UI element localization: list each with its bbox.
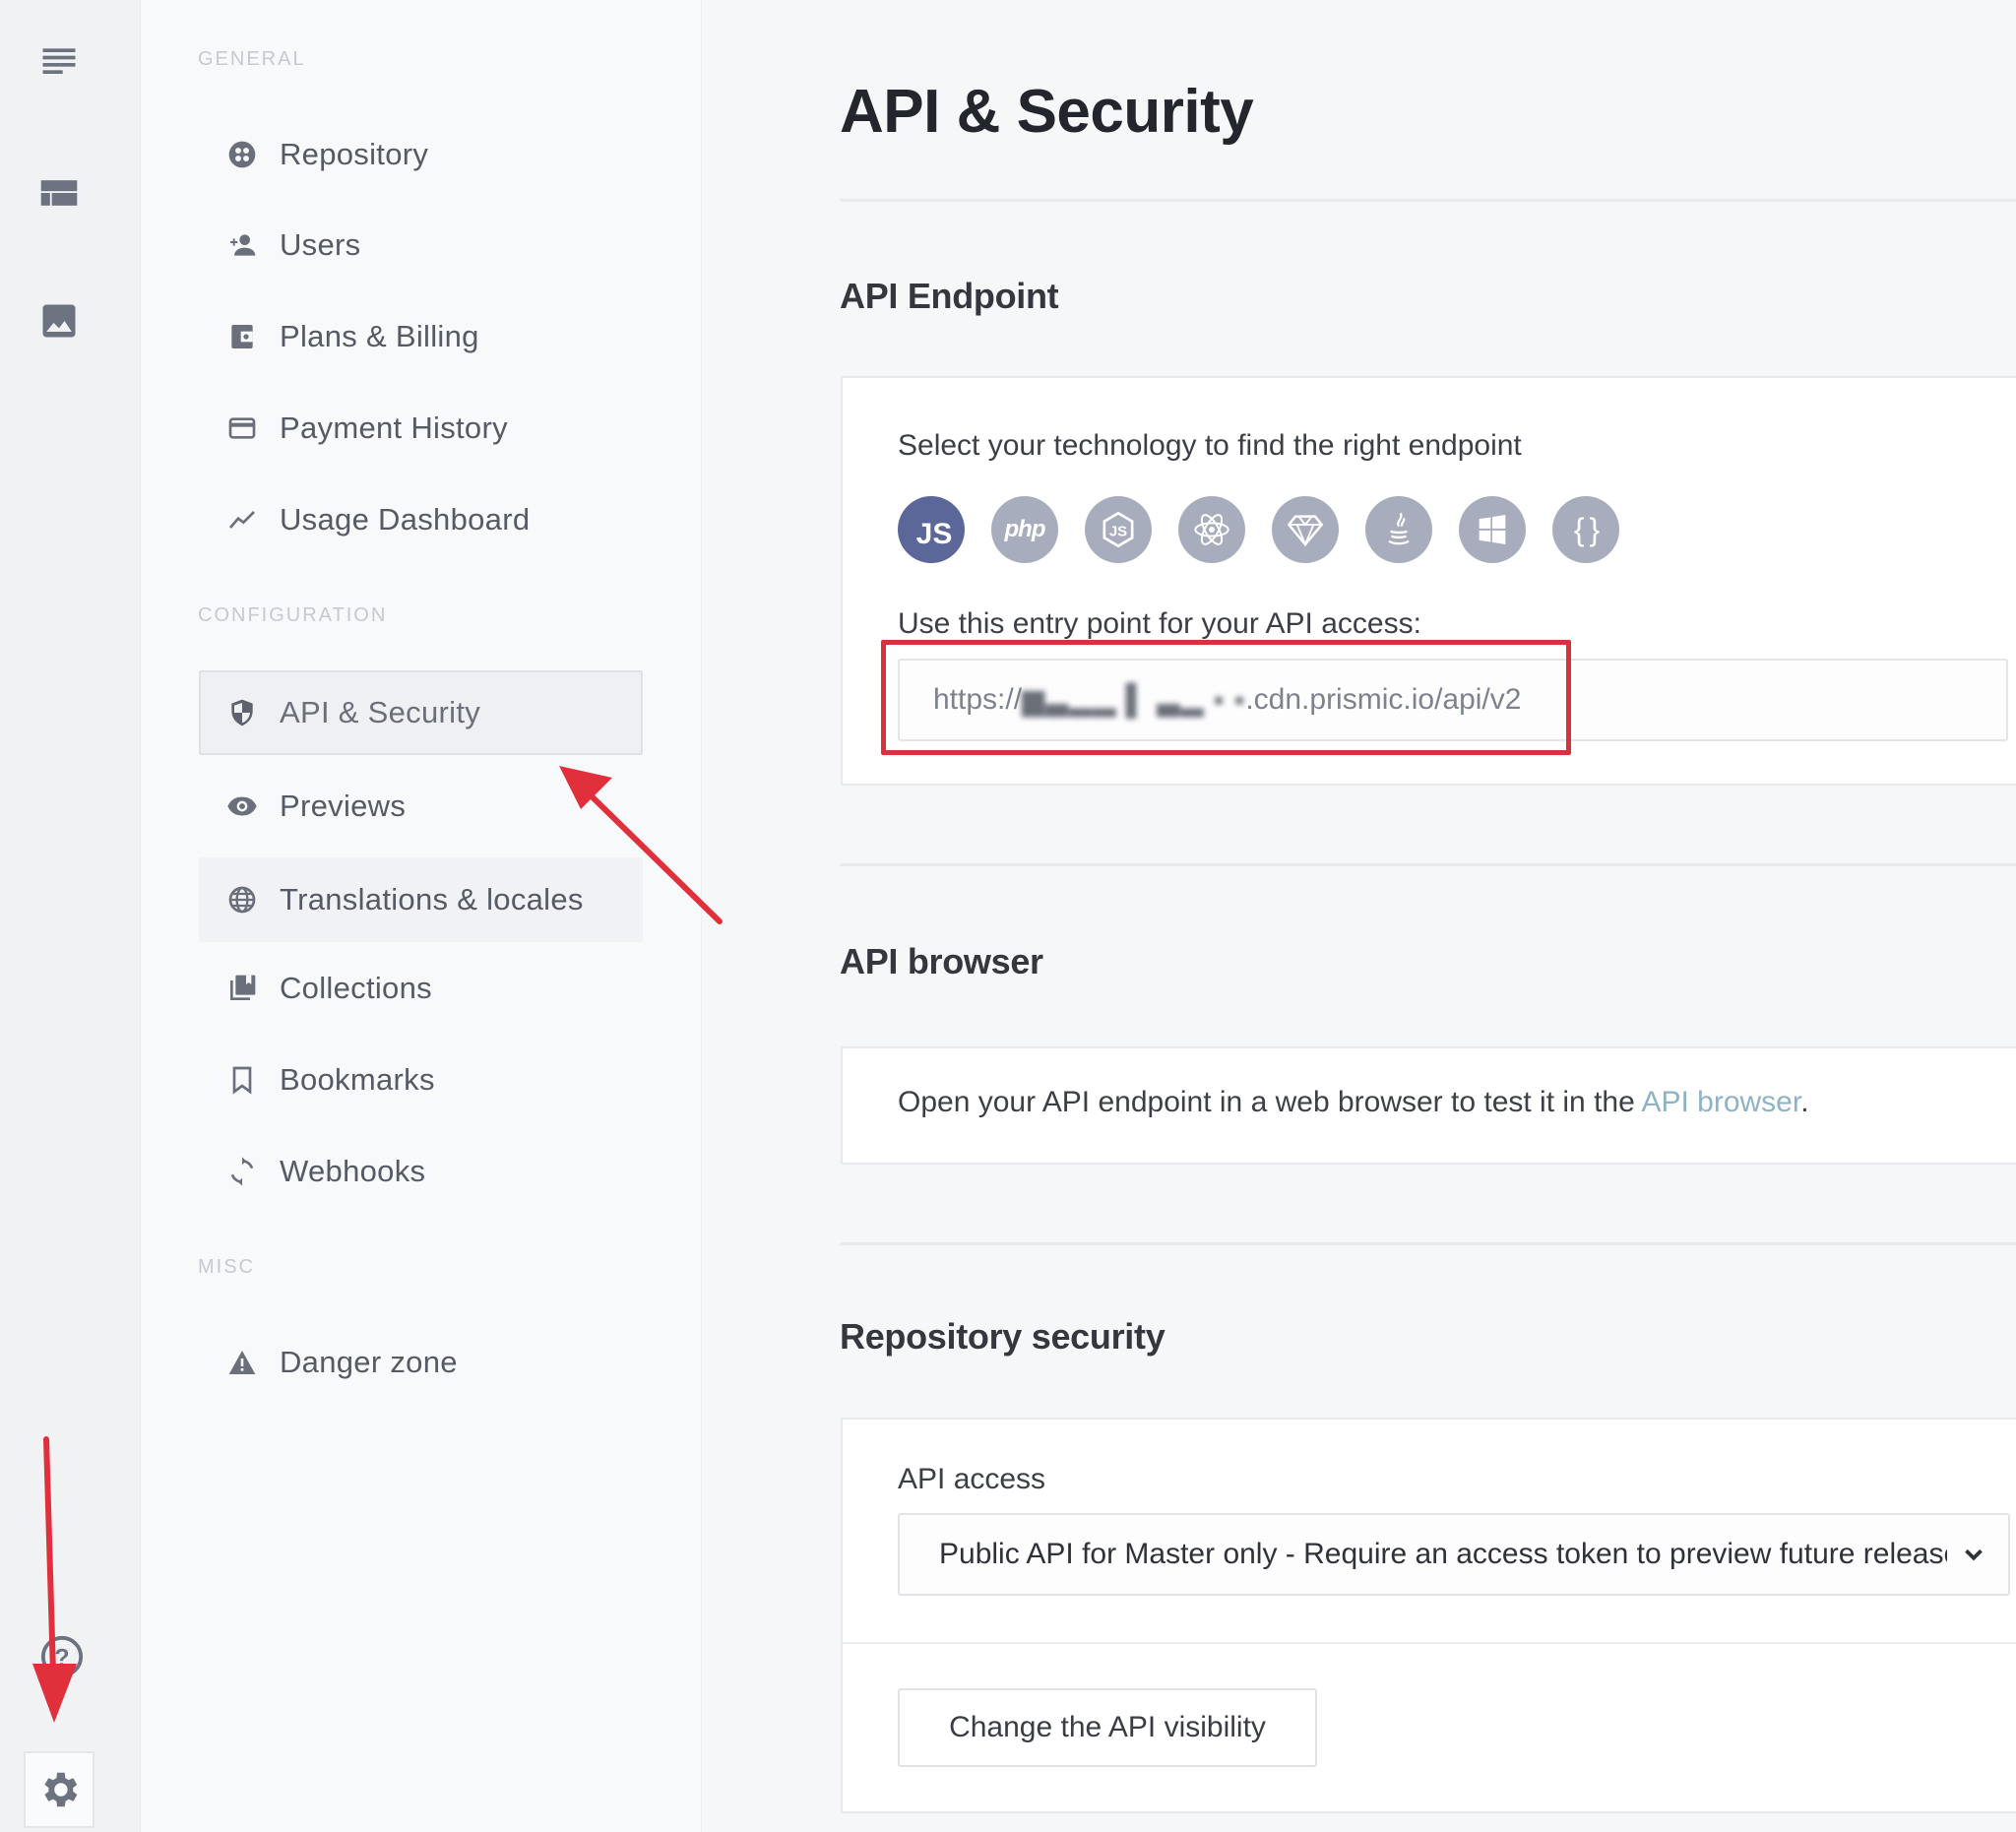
url-suffix: .cdn.prismic.io/api/v2 [1245,683,1522,716]
sidebar-item-label: Usage Dashboard [280,502,531,537]
chevron-down-icon [1965,1548,1983,1561]
sidebar-item-label: Plans & Billing [280,319,479,353]
card-divider [843,1642,2016,1644]
api-access-select[interactable]: Public API for Master only - Require an … [898,1513,2010,1596]
sidebar-item-label: Previews [280,789,407,823]
react-icon [1194,514,1229,545]
api-endpoint-card: Select your technology to find the right… [841,376,2016,786]
tech-javascript-button[interactable]: JS [898,496,965,563]
api-browser-text: Open your API endpoint in a web browser … [898,1086,1642,1118]
settings-button[interactable] [24,1751,94,1828]
divider [840,199,2016,202]
settings-sidebar: GENERAL Repository Users Plans & Billing… [141,0,702,1832]
media-library-icon[interactable] [35,297,83,345]
trend-icon [224,502,260,537]
refresh-icon [224,1154,260,1189]
api-browser-card: Open your API endpoint in a web browser … [841,1046,2016,1165]
gear-icon [44,1772,78,1807]
technology-selector: JS php JS { } [898,496,1619,563]
custom-types-icon[interactable] [35,169,83,217]
sidebar-item-label: Webhooks [280,1154,426,1188]
sidebar-item-users[interactable]: Users [199,203,643,287]
url-redacted-part: ▆▃▂▂ ▌ ▃▂ ▪ ▪ [1022,683,1246,717]
svg-text:?: ? [54,1645,69,1673]
javascript-icon: JS [915,518,953,550]
sidebar-item-label: Payment History [280,411,508,445]
java-icon [1388,512,1410,545]
tech-ruby-button[interactable] [1272,496,1339,563]
main-content: API & Security API Endpoint Select your … [702,0,2016,1832]
bookmark-icon [224,1062,260,1098]
sidebar-item-label: API & Security [280,695,481,729]
sidebar-item-usage-dashboard[interactable]: Usage Dashboard [199,477,643,562]
api-browser-link[interactable]: API browser [1641,1086,1800,1118]
php-icon: php [1004,516,1046,542]
wallet-icon [224,319,260,354]
sidebar-item-danger-zone[interactable]: Danger zone [199,1320,643,1405]
repository-security-heading: Repository security [840,1316,1166,1357]
api-browser-text-end: . [1800,1086,1809,1118]
ruby-icon [1287,515,1324,547]
divider [840,863,2016,866]
sidebar-item-label: Repository [280,137,429,171]
add-user-icon [224,227,260,263]
repository-icon [224,137,260,172]
eye-icon [224,789,260,824]
help-icon[interactable]: ? [39,1634,85,1679]
sidebar-item-translations-locales[interactable]: Translations & locales [199,857,643,942]
section-header-misc: MISC [198,1256,255,1278]
api-endpoint-heading: API Endpoint [840,276,1059,316]
page-title: API & Security [840,78,1254,146]
api-browser-description: Open your API endpoint in a web browser … [898,1086,1809,1119]
tech-other-button[interactable]: { } [1552,496,1619,563]
api-access-value: Public API for Master only - Require an … [939,1538,1947,1570]
svg-text:JS: JS [1109,524,1127,540]
collections-icon [224,971,260,1006]
sidebar-item-bookmarks[interactable]: Bookmarks [199,1038,643,1122]
nodejs-icon: JS [1102,511,1134,548]
change-api-visibility-button[interactable]: Change the API visibility [898,1688,1317,1767]
tech-react-button[interactable] [1178,496,1245,563]
sidebar-item-label: Translations & locales [280,882,584,916]
documents-icon[interactable] [35,39,83,87]
sidebar-item-api-security[interactable]: API & Security [199,670,643,755]
repository-security-card: API access Public API for Master only - … [841,1418,2016,1813]
shield-icon [224,695,260,730]
api-browser-heading: API browser [840,941,1043,981]
tech-php-button[interactable]: php [991,496,1058,563]
sidebar-item-plans-billing[interactable]: Plans & Billing [199,294,643,379]
windows-icon [1479,515,1506,544]
app-rail: ? [0,0,141,1832]
tech-java-button[interactable] [1365,496,1432,563]
sidebar-item-collections[interactable]: Collections [199,946,643,1031]
tech-nodejs-button[interactable]: JS [1085,496,1152,563]
sidebar-item-label: Bookmarks [280,1062,435,1097]
credit-card-icon [224,411,260,446]
api-access-label: API access [898,1463,1046,1495]
curly-braces-icon: { } [1573,511,1600,547]
sidebar-item-webhooks[interactable]: Webhooks [199,1129,643,1214]
section-header-general: GENERAL [198,48,306,70]
tech-dotnet-button[interactable] [1459,496,1526,563]
url-prefix: https:// [933,683,1023,716]
sidebar-item-label: Users [280,227,361,262]
sidebar-item-label: Danger zone [280,1345,458,1379]
sidebar-item-previews[interactable]: Previews [199,764,643,849]
technology-label: Select your technology to find the right… [898,429,1522,462]
entry-point-label: Use this entry point for your API access… [898,607,1421,640]
sidebar-item-label: Collections [280,971,432,1005]
section-header-configuration: CONFIGURATION [198,604,388,626]
sidebar-item-repository[interactable]: Repository [199,112,643,197]
api-endpoint-field[interactable]: https://▆▃▂▂ ▌ ▃▂ ▪ ▪ .cdn.prismic.io/api… [898,659,2008,741]
globe-icon [224,882,260,917]
warning-icon [224,1345,260,1380]
sidebar-item-payment-history[interactable]: Payment History [199,386,643,471]
divider [840,1242,2016,1245]
